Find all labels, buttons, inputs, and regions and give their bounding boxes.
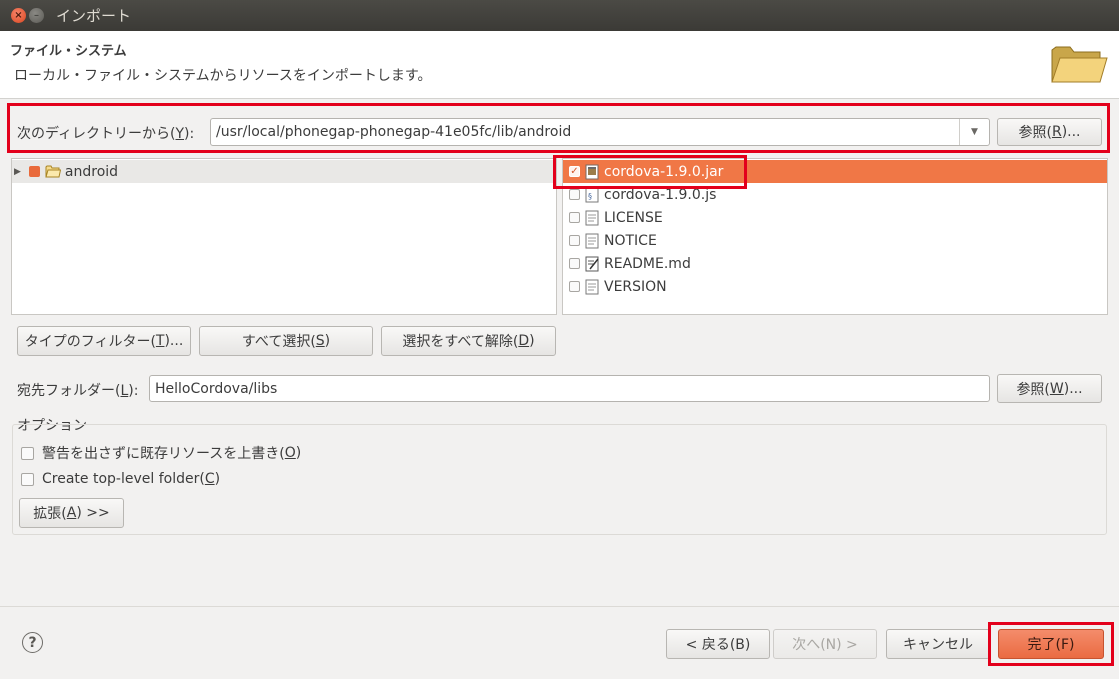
checkbox[interactable]	[569, 189, 580, 200]
footer-divider	[0, 606, 1119, 607]
finish-button[interactable]: 完了(F)	[998, 629, 1104, 659]
text-file-icon	[585, 233, 599, 248]
folder-icon	[45, 165, 61, 178]
folder-tree[interactable]: ▶ android	[11, 158, 557, 315]
folder-icon	[1051, 46, 1108, 83]
list-item-label: NOTICE	[604, 232, 657, 249]
checkbox[interactable]	[569, 212, 580, 223]
triangle-right-icon[interactable]: ▶	[14, 167, 21, 177]
checkbox[interactable]	[569, 281, 580, 292]
wizard-header: ファイル・システム ローカル・ファイル・システムからリソースをインポートします。	[0, 31, 1119, 99]
checkbox[interactable]	[569, 258, 580, 269]
toplevel-option[interactable]: Create top-level folder(C)	[21, 471, 220, 487]
select-all-button[interactable]: すべて選択(S)	[199, 326, 373, 356]
chevron-down-icon[interactable]: ▼	[959, 119, 989, 145]
cancel-button[interactable]: キャンセル	[886, 629, 990, 659]
partial-check-icon[interactable]	[28, 166, 40, 177]
list-item[interactable]: LICENSE	[563, 206, 663, 229]
svg-text:§: §	[588, 192, 592, 201]
toplevel-checkbox[interactable]	[21, 472, 34, 486]
filter-types-button[interactable]: タイプのフィルター(T)...	[17, 326, 191, 356]
list-item[interactable]: VERSION	[563, 275, 667, 298]
browse-source-button[interactable]: 参照(R)...	[997, 118, 1102, 146]
back-button[interactable]: < 戻る(B)	[666, 629, 770, 659]
minimize-icon[interactable]: –	[29, 8, 44, 23]
deselect-all-button[interactable]: 選択をすべて解除(D)	[381, 326, 556, 356]
from-directory-input[interactable]: /usr/local/phonegap-phonegap-41e05fc/lib…	[216, 124, 571, 140]
selected-file-highlight	[553, 155, 747, 189]
from-directory-combo[interactable]: /usr/local/phonegap-phonegap-41e05fc/lib…	[210, 118, 990, 146]
destination-input[interactable]: HelloCordova/libs	[149, 375, 990, 402]
close-icon[interactable]: ×	[11, 8, 26, 23]
page-title: ファイル・システム	[10, 44, 127, 59]
markdown-file-icon	[585, 256, 599, 271]
overwrite-checkbox[interactable]	[21, 446, 34, 460]
tree-item[interactable]: ▶ android	[12, 160, 556, 183]
advanced-button[interactable]: 拡張(A) >>	[19, 498, 124, 528]
list-item-label: LICENSE	[604, 209, 663, 226]
help-icon[interactable]: ?	[22, 632, 43, 653]
browse-destination-button[interactable]: 参照(W)...	[997, 374, 1102, 403]
title-bar: × – インポート	[0, 0, 1119, 31]
next-button[interactable]: 次へ(N) >	[773, 629, 877, 659]
text-file-icon	[585, 279, 599, 294]
list-item[interactable]: NOTICE	[563, 229, 657, 252]
from-directory-label: 次のディレクトリーから(Y):	[17, 126, 195, 142]
list-item[interactable]: README.md	[563, 252, 691, 275]
overwrite-option[interactable]: 警告を出さずに既存リソースを上書き(O)	[21, 443, 301, 463]
window-title: インポート	[56, 7, 132, 25]
list-item-label: VERSION	[604, 278, 667, 295]
tree-item-label: android	[64, 163, 119, 180]
text-file-icon	[585, 210, 599, 225]
checkbox[interactable]	[569, 235, 580, 246]
destination-label: 宛先フォルダー(L):	[17, 383, 139, 399]
list-item-label: README.md	[604, 255, 691, 272]
page-description: ローカル・ファイル・システムからリソースをインポートします。	[14, 68, 432, 84]
